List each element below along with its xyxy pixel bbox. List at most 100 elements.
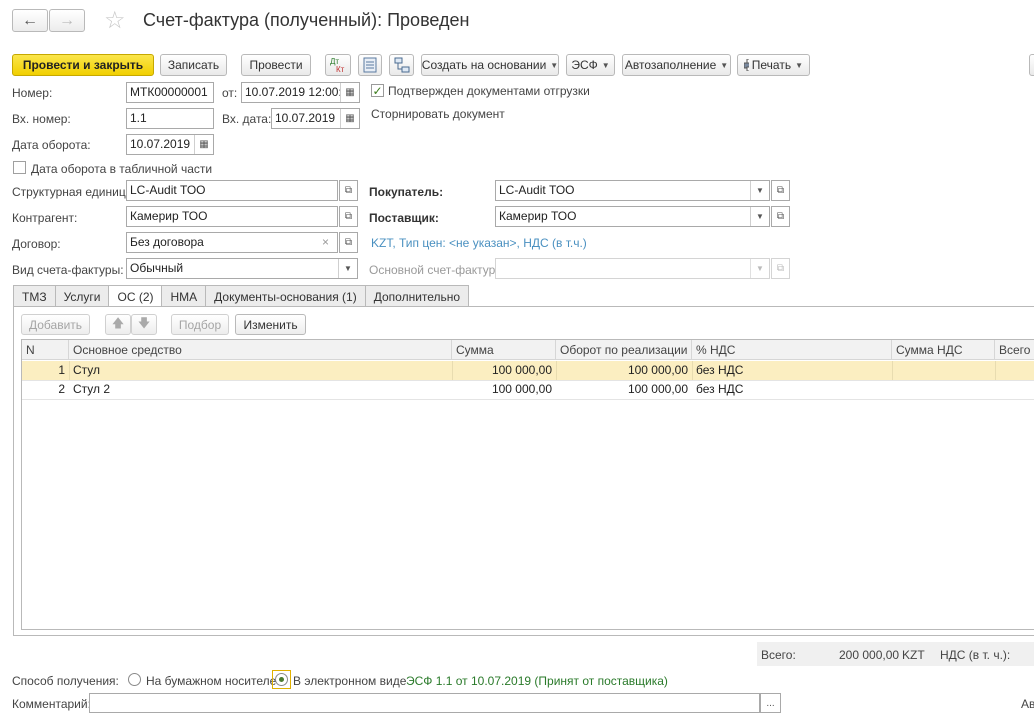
paper-radio[interactable] xyxy=(128,673,141,686)
svg-text:Кт: Кт xyxy=(336,65,345,74)
comment-field[interactable] xyxy=(89,693,760,713)
column-header-vat-rate[interactable]: % НДС xyxy=(692,340,892,360)
turnover-table-label: Дата оборота в табличной части xyxy=(31,162,213,176)
totals-bar: Всего: 200 000,00 KZT НДС (в т. ч.): xyxy=(757,642,1034,666)
date-from-field[interactable]: 10.07.2019 12:00:0 ▦ xyxy=(241,82,360,103)
add-button[interactable]: Добавить xyxy=(21,314,90,335)
post-and-close-button[interactable]: Провести и закрыть xyxy=(12,54,154,76)
selection-button[interactable]: Подбор xyxy=(171,314,229,335)
column-header-vat-sum[interactable]: Сумма НДС xyxy=(892,340,995,360)
calendar-icon[interactable]: ▦ xyxy=(194,135,213,154)
column-header-n[interactable]: N xyxy=(22,340,69,360)
favorite-star-icon[interactable]: ☆ xyxy=(104,6,126,35)
cell-vat-rate: без НДС xyxy=(696,382,744,396)
table-row[interactable]: 2 Стул 2 100 000,00 100 000,00 без НДС xyxy=(22,380,1034,399)
cell-asset: Стул xyxy=(73,363,101,377)
storno-label: Сторнировать документ xyxy=(371,107,505,121)
dropdown-caret-icon: ▼ xyxy=(720,60,729,70)
open-icon[interactable]: ⧉ xyxy=(771,206,790,227)
tab-base-documents[interactable]: Документы-основания (1) xyxy=(205,285,366,307)
in-number-label: Вх. номер: xyxy=(12,112,71,126)
contract-field[interactable]: Без договора × xyxy=(126,232,338,253)
print-button[interactable]: Печать ▼ xyxy=(737,54,810,76)
electronic-label: В электронном виде xyxy=(293,674,407,688)
column-header-sum[interactable]: Сумма xyxy=(452,340,556,360)
back-button[interactable]: ← xyxy=(12,9,48,32)
arrow-right-icon: → xyxy=(59,11,75,29)
turnover-date-field[interactable]: 10.07.2019 ▦ xyxy=(126,134,214,155)
report-button[interactable] xyxy=(358,54,382,76)
confirmed-checkbox[interactable]: ✓ xyxy=(371,84,384,97)
chevron-down-icon[interactable]: ▼ xyxy=(750,181,769,200)
contract-label: Договор: xyxy=(12,237,61,251)
change-button[interactable]: Изменить xyxy=(235,314,306,335)
chevron-down-icon[interactable]: ▼ xyxy=(750,207,769,226)
save-button[interactable]: Записать xyxy=(160,54,227,76)
open-icon[interactable]: ⧉ xyxy=(339,180,358,201)
tab-intangible[interactable]: НМА xyxy=(161,285,207,307)
autofill-button[interactable]: Автозаполнение ▼ xyxy=(622,54,731,76)
move-down-button[interactable]: 🡇 xyxy=(131,314,157,335)
turnover-table-checkbox[interactable] xyxy=(13,161,26,174)
column-header-total[interactable]: Всего xyxy=(995,340,1034,360)
open-icon[interactable]: ⧉ xyxy=(339,232,358,253)
open-icon[interactable]: ⧉ xyxy=(339,206,358,227)
arrow-down-icon: 🡇 xyxy=(137,316,151,330)
hierarchy-icon xyxy=(394,57,409,73)
in-date-label: Вх. дата: xyxy=(222,112,272,126)
tab-services[interactable]: Услуги xyxy=(54,285,110,307)
supplier-label: Поставщик: xyxy=(369,211,439,225)
assets-table: N Основное средство Сумма Оборот по реал… xyxy=(21,339,1034,630)
cell-sum: 100 000,00 xyxy=(491,363,552,377)
invoice-type-select[interactable]: Обычный ▼ xyxy=(126,258,358,279)
cell-turnover: 100 000,00 xyxy=(627,382,688,396)
struct-unit-field[interactable]: LC-Audit ТОО xyxy=(126,180,338,201)
calendar-icon[interactable]: ▦ xyxy=(340,109,359,128)
cell-vat-rate: без НДС xyxy=(696,363,744,377)
total-label: Всего: xyxy=(761,648,796,662)
table-row[interactable]: 1 Стул 100 000,00 100 000,00 без НДС xyxy=(22,361,1034,380)
base-invoice-select[interactable]: ▼ xyxy=(495,258,770,279)
cell-turnover: 100 000,00 xyxy=(627,363,688,377)
receive-method-label: Способ получения: xyxy=(12,674,119,688)
tab-tmz[interactable]: ТМЗ xyxy=(13,285,56,307)
column-header-asset[interactable]: Основное средство xyxy=(69,340,452,360)
esf-button[interactable]: ЭСФ ▼ xyxy=(566,54,615,76)
structure-button[interactable] xyxy=(389,54,414,76)
counterparty-field[interactable]: Камерир ТОО xyxy=(126,206,338,227)
printer-icon xyxy=(744,59,749,71)
tab-fixed-assets[interactable]: ОС (2) xyxy=(108,285,163,308)
more-actions-button[interactable] xyxy=(1029,54,1034,76)
forward-button[interactable]: → xyxy=(49,9,85,32)
arrow-up-icon: 🡅 xyxy=(111,316,125,330)
turnover-date-label: Дата оборота: xyxy=(12,138,91,152)
arrow-left-icon: ← xyxy=(22,11,38,29)
chevron-down-icon[interactable]: ▼ xyxy=(338,259,357,278)
price-info-link[interactable]: KZT, Тип цен: <не указан>, НДС (в т.ч.) xyxy=(371,236,587,250)
base-invoice-label: Основной счет-фактура: xyxy=(369,263,506,277)
create-based-on-button[interactable]: Создать на основании ▼ xyxy=(421,54,559,76)
cell-n: 2 xyxy=(58,382,65,396)
clear-icon[interactable]: × xyxy=(322,235,329,249)
table-header: N Основное средство Сумма Оборот по реал… xyxy=(22,340,1034,360)
chevron-down-icon[interactable]: ▼ xyxy=(750,259,769,278)
ellipsis-button[interactable]: ... xyxy=(760,693,781,713)
open-icon[interactable]: ⧉ xyxy=(771,180,790,201)
cell-sum: 100 000,00 xyxy=(491,382,552,396)
tab-additional[interactable]: Дополнительно xyxy=(364,285,470,307)
column-header-turnover[interactable]: Оборот по реализации xyxy=(556,340,692,360)
open-icon[interactable]: ⧉ xyxy=(771,258,790,279)
supplier-select[interactable]: Камерир ТОО ▼ xyxy=(495,206,770,227)
electronic-radio[interactable] xyxy=(275,673,288,686)
calendar-icon[interactable]: ▦ xyxy=(340,83,359,102)
author-label-cut: Ав xyxy=(1021,697,1034,711)
comment-label: Комментарий: xyxy=(12,697,91,711)
move-up-button[interactable]: 🡅 xyxy=(105,314,131,335)
post-button[interactable]: Провести xyxy=(241,54,311,76)
buyer-select[interactable]: LC-Audit ТОО ▼ xyxy=(495,180,770,201)
in-date-field[interactable]: 10.07.2019 ▦ xyxy=(271,108,360,129)
esf-status-link[interactable]: ЭСФ 1.1 от 10.07.2019 (Принят от поставщ… xyxy=(406,674,668,688)
in-number-field[interactable]: 1.1 xyxy=(126,108,214,129)
number-field[interactable]: МТК00000001 xyxy=(126,82,214,103)
dt-kt-button[interactable]: Дт Кт xyxy=(325,54,351,76)
